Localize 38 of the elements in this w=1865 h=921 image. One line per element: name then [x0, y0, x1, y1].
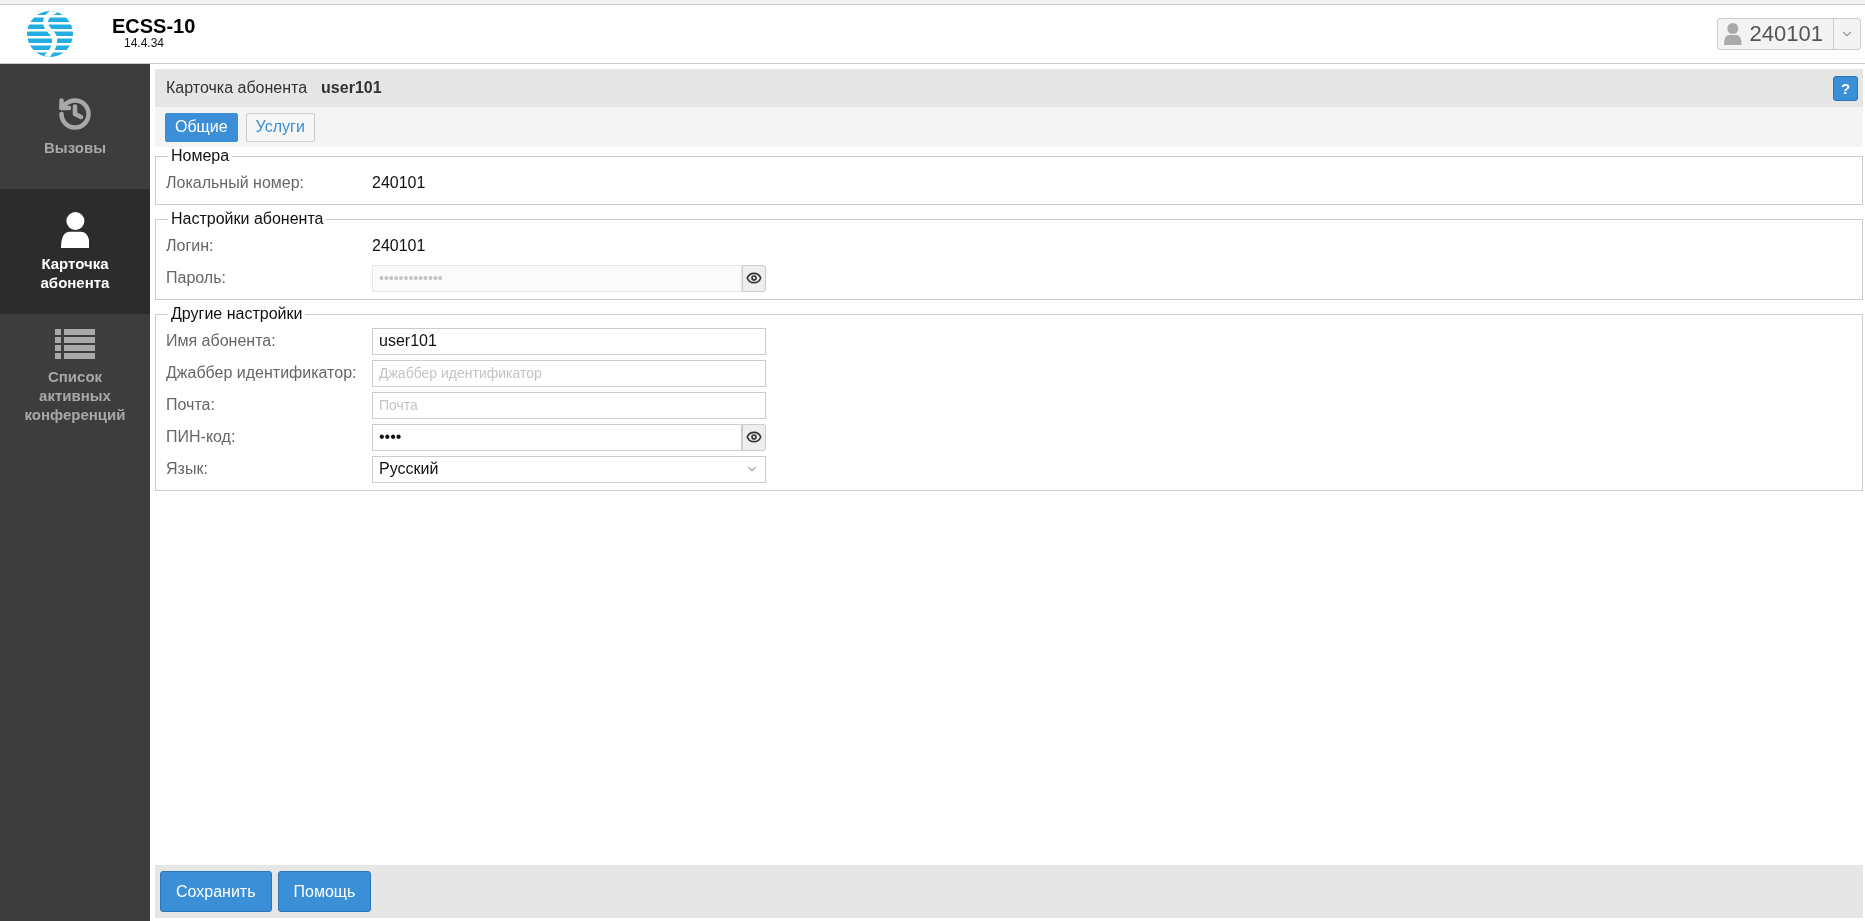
language-select[interactable]: Русский	[372, 455, 766, 483]
input-field[interactable]: Почта	[372, 391, 766, 419]
field-label: Логин:	[166, 237, 215, 255]
card-title: Карточка абонента	[166, 79, 308, 97]
group-title: Номера	[170, 147, 231, 165]
field-value: 240101	[372, 237, 426, 255]
group-title: Настройки абонента	[170, 210, 325, 228]
footer-button[interactable]: Помощь	[277, 871, 372, 912]
secret-field[interactable]: ••••	[372, 423, 742, 451]
help-button[interactable]: ?	[1833, 75, 1858, 101]
field-label: ПИН-код:	[166, 428, 237, 446]
field-label: Локальный номер:	[166, 174, 305, 192]
list-icon	[55, 329, 95, 361]
sidebar-item[interactable]: Список активных конференций	[0, 314, 150, 439]
user-menu[interactable]: 240101	[1717, 18, 1861, 50]
field-label: Почта:	[166, 396, 216, 414]
user-icon	[1724, 23, 1742, 45]
version-label: 14.4.34	[124, 37, 166, 49]
history-icon	[57, 96, 93, 132]
user-icon	[60, 211, 90, 248]
footer-button[interactable]: Сохранить	[160, 871, 272, 912]
field-label: Джаббер идентификатор:	[166, 364, 358, 382]
input-field[interactable]: user101	[372, 327, 766, 355]
sidebar-item[interactable]: Вызовы	[0, 64, 150, 189]
group-title: Другие настройки	[170, 305, 304, 323]
logo	[26, 10, 74, 58]
field-value: 240101	[372, 174, 426, 192]
eye-icon[interactable]	[742, 264, 766, 292]
field-label: Пароль:	[166, 269, 227, 287]
input-field[interactable]: Джаббер идентификатор	[372, 359, 766, 387]
product-name: ECSS-10	[112, 15, 196, 37]
subscriber-name: user101	[321, 79, 382, 97]
field-label: Язык:	[166, 460, 209, 478]
sidebar-item[interactable]: Карточка абонента	[0, 189, 150, 314]
tab[interactable]: Общие	[165, 112, 238, 142]
field-label: Имя абонента:	[166, 332, 277, 350]
eye-icon[interactable]	[742, 423, 766, 451]
tab[interactable]: Услуги	[245, 112, 315, 142]
